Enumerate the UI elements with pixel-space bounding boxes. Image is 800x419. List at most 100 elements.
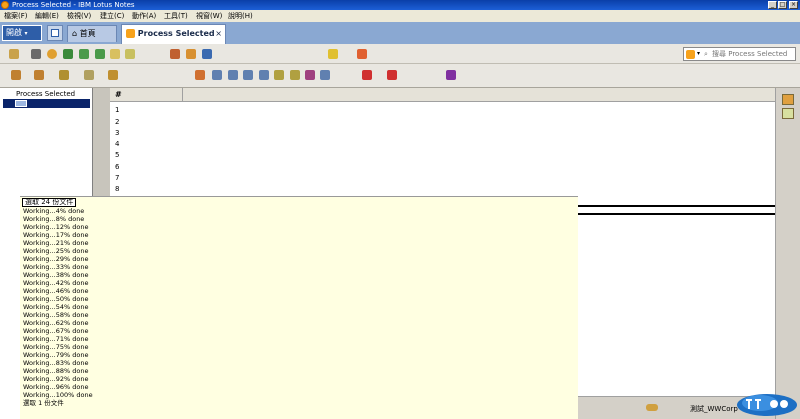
table-row[interactable]: 3 bbox=[115, 128, 119, 138]
mark-read-icon[interactable] bbox=[110, 49, 120, 59]
location-status[interactable]: 測試_WWCorp bbox=[690, 404, 738, 414]
progress-line: Working...21% done bbox=[23, 239, 89, 247]
progress-line: Working...46% done bbox=[23, 287, 89, 295]
home-icon: ⌂ bbox=[72, 29, 78, 38]
progress-line: Working...62% done bbox=[23, 319, 89, 327]
menu-view[interactable]: 檢視(V) bbox=[67, 10, 91, 22]
forward-icon[interactable] bbox=[63, 49, 73, 59]
progress-line: Working...8% done bbox=[23, 215, 85, 223]
sidebar-tool-icon-2[interactable] bbox=[782, 108, 794, 119]
database-icon bbox=[686, 50, 695, 59]
table-row[interactable]: 4 bbox=[115, 139, 119, 149]
table-row[interactable]: 8 bbox=[115, 184, 119, 194]
view-action-icon-5[interactable] bbox=[108, 70, 118, 80]
view-action-icon-3[interactable] bbox=[59, 70, 69, 80]
purple-action-icon[interactable] bbox=[446, 70, 456, 80]
view-icon bbox=[15, 100, 27, 107]
progress-line: Working...58% done bbox=[23, 311, 89, 319]
progress-line: Working...29% done bbox=[23, 255, 89, 263]
final-status-line: 選取 1 份文件 bbox=[23, 399, 64, 407]
menu-file[interactable]: 檔案(F) bbox=[4, 10, 28, 22]
folder-icon[interactable] bbox=[186, 49, 196, 59]
open-button-label: 開啟 bbox=[6, 28, 22, 37]
progress-line: Working...83% done bbox=[23, 359, 89, 367]
view-toolbar bbox=[0, 64, 800, 88]
reply-all-icon[interactable] bbox=[95, 49, 105, 59]
progress-line: Working...38% done bbox=[23, 271, 89, 279]
progress-line: Working...42% done bbox=[23, 279, 89, 287]
window-title: Process Selected - IBM Lotus Notes bbox=[12, 1, 135, 9]
agent-icon-6[interactable] bbox=[274, 70, 284, 80]
view-action-icon-1[interactable] bbox=[11, 70, 21, 80]
agent-icon-2[interactable] bbox=[212, 70, 222, 80]
menu-actions[interactable]: 動作(A) bbox=[132, 10, 156, 22]
agent-icon-5[interactable] bbox=[259, 70, 269, 80]
title-bar: Process Selected - IBM Lotus Notes _ □ × bbox=[0, 0, 800, 10]
progress-line: Working...75% done bbox=[23, 343, 89, 351]
main-toolbar: ▾ ⌕ bbox=[0, 44, 800, 64]
progress-line: Working...17% done bbox=[23, 231, 89, 239]
reply-icon[interactable] bbox=[79, 49, 89, 59]
tag-icon[interactable] bbox=[125, 49, 135, 59]
back-icon[interactable] bbox=[170, 49, 180, 59]
status-history-popup: 選取 24 份文件 Working...4% done Working...8%… bbox=[20, 196, 578, 419]
database-icon bbox=[126, 29, 135, 38]
stop-icon-1[interactable] bbox=[362, 70, 372, 80]
table-row[interactable]: 6 bbox=[115, 162, 119, 172]
menu-help[interactable]: 說明(H) bbox=[228, 10, 253, 22]
agent-icon-1[interactable] bbox=[195, 70, 205, 80]
action-icon[interactable] bbox=[357, 49, 367, 59]
menu-tools[interactable]: 工具(T) bbox=[164, 10, 188, 22]
progress-line: Working...4% done bbox=[23, 207, 85, 215]
progress-line: Working...100% done bbox=[23, 391, 93, 399]
agent-icon-4[interactable] bbox=[243, 70, 253, 80]
tab-process-selected[interactable]: Process Selected × bbox=[121, 24, 226, 44]
menu-edit[interactable]: 編輯(E) bbox=[35, 10, 59, 22]
close-tab-icon[interactable]: × bbox=[215, 25, 222, 43]
agent-icon-8[interactable] bbox=[305, 70, 315, 80]
tab-process-selected-label: Process Selected bbox=[137, 29, 215, 38]
agent-icon-3[interactable] bbox=[228, 70, 238, 80]
progress-line: Working...25% done bbox=[23, 247, 89, 255]
search-box[interactable]: ▾ ⌕ bbox=[683, 47, 796, 61]
view-action-icon-2[interactable] bbox=[34, 70, 44, 80]
column-header-row: # bbox=[110, 88, 775, 102]
row-separator-line bbox=[578, 205, 775, 207]
chevron-down-icon[interactable]: ▾ bbox=[697, 48, 700, 60]
tab-home[interactable]: ⌂ 首頁 bbox=[67, 25, 117, 42]
workspace-button[interactable] bbox=[47, 25, 63, 41]
agent-icon-9[interactable] bbox=[320, 70, 330, 80]
print-icon[interactable] bbox=[31, 49, 41, 59]
workspace-icon bbox=[51, 29, 59, 37]
right-sidebar bbox=[775, 88, 800, 419]
new-memo-icon[interactable] bbox=[9, 49, 19, 59]
menu-create[interactable]: 建立(C) bbox=[100, 10, 124, 22]
preview-icon[interactable] bbox=[202, 49, 212, 59]
view-action-icon-4[interactable] bbox=[84, 70, 94, 80]
column-header-number[interactable]: # bbox=[110, 88, 183, 102]
nav-item-selected-view[interactable] bbox=[3, 99, 90, 108]
table-row[interactable]: 7 bbox=[115, 173, 119, 183]
tab-home-label: 首頁 bbox=[79, 29, 96, 38]
progress-line: Working...54% done bbox=[23, 303, 89, 311]
table-row[interactable]: 5 bbox=[115, 150, 119, 160]
stop-icon-2[interactable] bbox=[387, 70, 397, 80]
sidebar-tool-icon-1[interactable] bbox=[782, 94, 794, 105]
lotus-notes-app-icon bbox=[1, 1, 9, 9]
maximize-button[interactable]: □ bbox=[778, 1, 787, 9]
agent-icon-7[interactable] bbox=[290, 70, 300, 80]
minimize-button[interactable]: _ bbox=[768, 1, 777, 9]
replicate-icon[interactable] bbox=[47, 49, 57, 59]
key-icon[interactable] bbox=[328, 49, 338, 59]
progress-line: Working...88% done bbox=[23, 367, 89, 375]
menu-window[interactable]: 視窗(W) bbox=[196, 10, 222, 22]
open-button[interactable]: 開啟 ▾ bbox=[2, 25, 42, 41]
search-input[interactable] bbox=[712, 48, 794, 60]
close-button[interactable]: × bbox=[789, 1, 798, 9]
table-row[interactable]: 2 bbox=[115, 117, 119, 127]
table-row[interactable]: 1 bbox=[115, 105, 119, 115]
key-status-icon[interactable] bbox=[646, 404, 658, 411]
nav-title: Process Selected bbox=[16, 90, 76, 98]
selection-status: 選取 24 份文件 bbox=[22, 198, 77, 207]
progress-line: Working...67% done bbox=[23, 327, 89, 335]
